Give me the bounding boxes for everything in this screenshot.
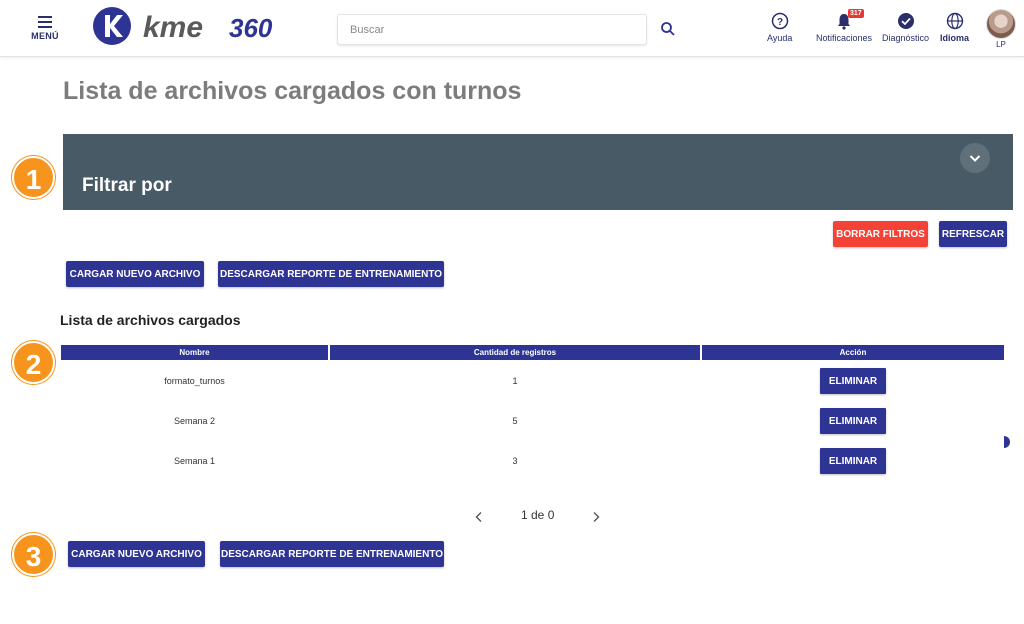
table-row: formato_turnos 1 ELIMINAR [61, 368, 1004, 394]
nav-language-label: Idioma [940, 33, 970, 43]
chevron-right-icon[interactable] [591, 511, 601, 523]
scroll-handle[interactable] [1004, 436, 1010, 448]
files-list-title: Lista de archivos cargados [60, 312, 241, 328]
globe-icon [946, 12, 963, 30]
clear-filters-button[interactable]: BORRAR FILTROS [833, 221, 928, 247]
menu-icon [38, 16, 52, 28]
page-title: Lista de archivos cargados con turnos [63, 77, 522, 105]
step-marker-2: 2 [12, 341, 55, 384]
search-icon[interactable] [660, 21, 676, 37]
menu-label: MENÚ [31, 31, 59, 41]
notification-badge: 317 [848, 9, 864, 18]
upload-new-file-button-top[interactable]: CARGAR NUEVO ARCHIVO [66, 261, 204, 287]
file-name: formato_turnos [164, 376, 225, 386]
file-name: Semana 2 [173, 416, 216, 426]
nav-help-label: Ayuda [767, 33, 793, 43]
files-table: Nombre Cantidad de registros Acción form… [61, 345, 1004, 474]
file-name: Semana 1 [173, 456, 216, 466]
nav-language[interactable]: Idioma [940, 12, 969, 43]
column-header-count: Cantidad de registros [330, 345, 700, 360]
avatar[interactable] [986, 9, 1016, 39]
search-input[interactable] [338, 15, 646, 44]
help-icon: ? [771, 12, 788, 30]
step-marker-1: 1 [12, 156, 55, 199]
svg-text:360: 360 [229, 13, 273, 43]
user-initials: LP [996, 40, 1006, 49]
svg-text:kme: kme [143, 11, 203, 44]
filter-expand-toggle[interactable] [960, 143, 990, 173]
table-header: Nombre Cantidad de registros Acción [61, 345, 1004, 360]
table-row: Semana 1 3 ELIMINAR [61, 448, 1004, 474]
download-training-report-button-top[interactable]: DESCARGAR REPORTE DE ENTRENAMIENTO [218, 261, 444, 287]
table-row: Semana 2 5 ELIMINAR [61, 408, 1004, 434]
chevron-left-icon[interactable] [474, 511, 484, 523]
upload-new-file-button-bottom[interactable]: CARGAR NUEVO ARCHIVO [68, 541, 205, 567]
column-header-action: Acción [702, 345, 1004, 360]
nav-notifications[interactable]: 317 Notificaciones [816, 9, 873, 43]
nav-diagnostic[interactable]: Diagnóstico [882, 12, 929, 43]
chevron-down-icon [969, 155, 981, 162]
nav-help[interactable]: ? Ayuda [767, 12, 792, 43]
delete-button[interactable]: ELIMINAR [820, 368, 886, 394]
pagination-label: 1 de 0 [521, 508, 555, 522]
download-training-report-button-bottom[interactable]: DESCARGAR REPORTE DE ENTRENAMIENTO [220, 541, 444, 567]
nav-diagnostic-label: Diagnóstico [882, 33, 930, 43]
delete-button[interactable]: ELIMINAR [820, 448, 886, 474]
search-field[interactable] [337, 14, 647, 45]
kme360-logo: kme 360 [93, 7, 273, 45]
step-marker-3: 3 [12, 533, 55, 576]
filter-title: Filtrar por [82, 175, 172, 196]
delete-button[interactable]: ELIMINAR [820, 408, 886, 434]
check-circle-icon [897, 13, 914, 29]
column-header-name: Nombre [61, 345, 328, 360]
menu-button[interactable]: MENÚ [28, 16, 62, 44]
refresh-button[interactable]: REFRESCAR [939, 221, 1007, 247]
svg-text:?: ? [777, 17, 783, 28]
nav-notifications-label: Notificaciones [816, 33, 873, 43]
filter-panel: Filtrar por [63, 134, 1013, 210]
file-record-count: 5 [512, 416, 518, 426]
file-record-count: 3 [512, 456, 518, 466]
file-record-count: 1 [512, 376, 518, 386]
top-bar: MENÚ kme 360 ? Ayuda 317 Notificaciones [0, 0, 1024, 57]
